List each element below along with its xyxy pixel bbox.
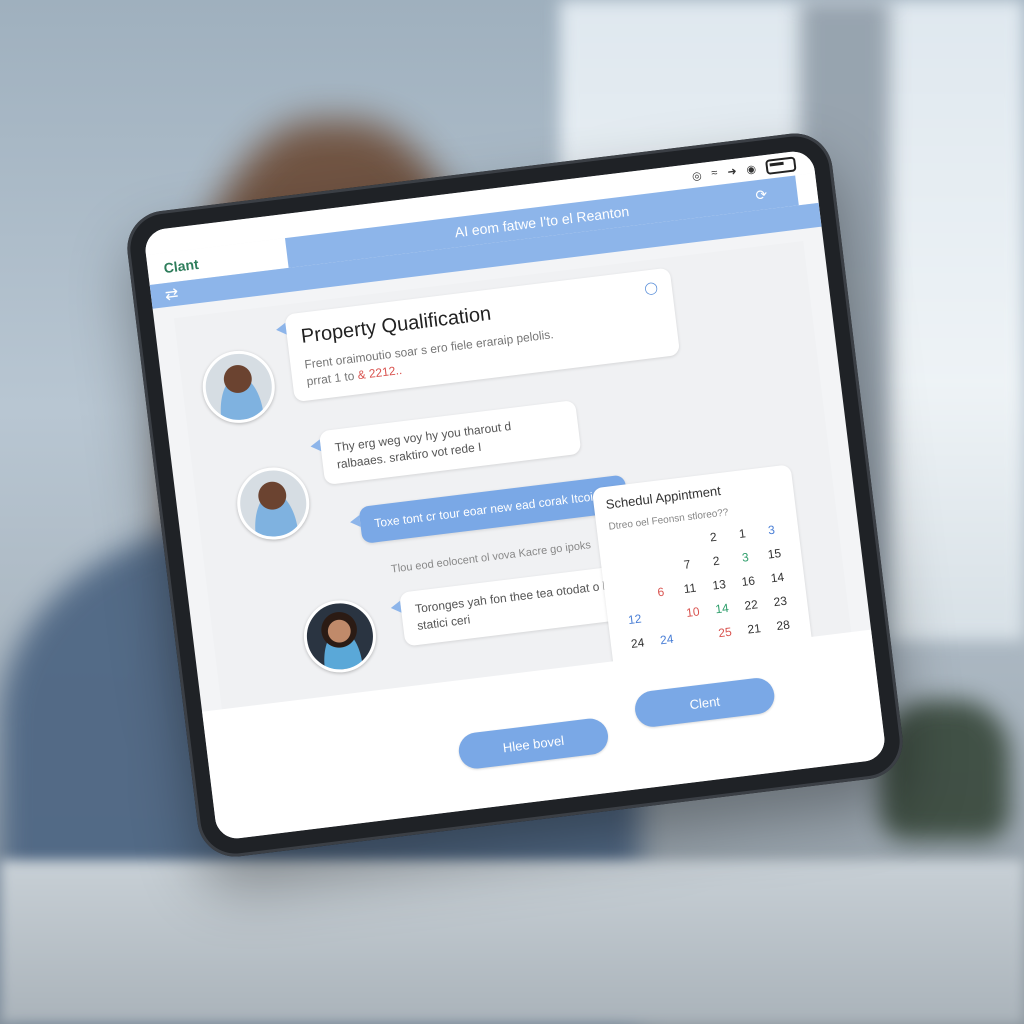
calendar-empty-cell bbox=[611, 539, 642, 556]
primary-button[interactable]: Hlee bovel bbox=[456, 716, 611, 771]
wifi-icon: ≈ bbox=[710, 166, 719, 180]
calendar-day[interactable]: 14 bbox=[762, 569, 793, 586]
calendar-day[interactable]: 14 bbox=[707, 600, 738, 617]
location-icon: ◉ bbox=[745, 162, 757, 176]
calendar-empty-cell bbox=[669, 532, 700, 549]
client-button[interactable]: Clent bbox=[633, 676, 777, 729]
calendar-day[interactable]: 22 bbox=[736, 596, 767, 613]
calendar-day[interactable]: 24 bbox=[651, 631, 682, 648]
calendar-day[interactable]: 25 bbox=[710, 624, 741, 641]
calendar-day[interactable]: 7 bbox=[672, 556, 703, 573]
calendar-day[interactable]: 12 bbox=[619, 611, 650, 628]
target-icon: ◎ bbox=[691, 169, 703, 183]
calendar-day[interactable]: 1 bbox=[727, 525, 758, 542]
calendar-day[interactable]: 2 bbox=[701, 552, 732, 569]
calendar-day[interactable]: 23 bbox=[765, 593, 796, 610]
calendar-day[interactable]: 16 bbox=[733, 572, 764, 589]
calendar-day[interactable]: 28 bbox=[768, 617, 799, 634]
message-text: Thy erg weg voy hy you tharout d ralbaae… bbox=[334, 419, 512, 472]
message-caption: Tlou eod eolocent ol vova Kacre go ipoks bbox=[390, 539, 592, 576]
calendar-empty-cell bbox=[643, 559, 674, 576]
avatar-agent-1 bbox=[198, 346, 279, 427]
avatar-client bbox=[299, 596, 381, 677]
calendar-day[interactable]: 24 bbox=[622, 634, 653, 651]
calendar-day[interactable]: 3 bbox=[730, 549, 761, 566]
calendar-empty-cell bbox=[648, 607, 679, 624]
message-text-accent: & 2212.. bbox=[356, 362, 403, 383]
battery-icon bbox=[764, 155, 797, 175]
message-text: Toxe tont cr tour eoar new ead corak Itc… bbox=[373, 488, 601, 531]
brand-name: Clant bbox=[162, 255, 200, 277]
calendar-empty-cell bbox=[616, 587, 647, 604]
calendar-day[interactable]: 15 bbox=[759, 545, 790, 562]
message-bubble: Thy erg weg voy hy you tharout d ralbaae… bbox=[318, 399, 582, 485]
calendar-day[interactable]: 3 bbox=[756, 521, 787, 538]
calendar-day[interactable]: 10 bbox=[678, 603, 709, 620]
check-circle-icon: ◯ bbox=[643, 280, 659, 296]
calendar-empty-cell bbox=[613, 563, 644, 580]
calendar-day[interactable]: 2 bbox=[698, 528, 729, 545]
message-bubble-highlighted: Toxe tont cr tour eoar new ead corak Itc… bbox=[358, 474, 629, 544]
calendar-empty-cell bbox=[640, 536, 671, 553]
refresh-icon[interactable]: ⟳ bbox=[755, 186, 769, 204]
avatar-agent-2 bbox=[233, 463, 314, 544]
back-icon[interactable]: ⇄ bbox=[164, 284, 180, 305]
message-bubble: Property Qualification Frent oraimoutio … bbox=[284, 267, 681, 402]
tablet-device: ◎ ≈ ➜ ◉ Clant AI eom fatwe I'to el Reant… bbox=[123, 129, 907, 861]
signal-icon: ➜ bbox=[726, 165, 738, 179]
calendar-day[interactable]: 11 bbox=[675, 580, 706, 597]
calendar-empty-cell bbox=[680, 627, 711, 644]
tablet-screen: ◎ ≈ ➜ ◉ Clant AI eom fatwe I'to el Reant… bbox=[143, 149, 887, 841]
calendar-day[interactable]: 21 bbox=[739, 620, 770, 637]
background-desk bbox=[0, 860, 1024, 1024]
calendar-day[interactable]: 6 bbox=[645, 583, 676, 600]
calendar-day[interactable]: 13 bbox=[704, 576, 735, 593]
